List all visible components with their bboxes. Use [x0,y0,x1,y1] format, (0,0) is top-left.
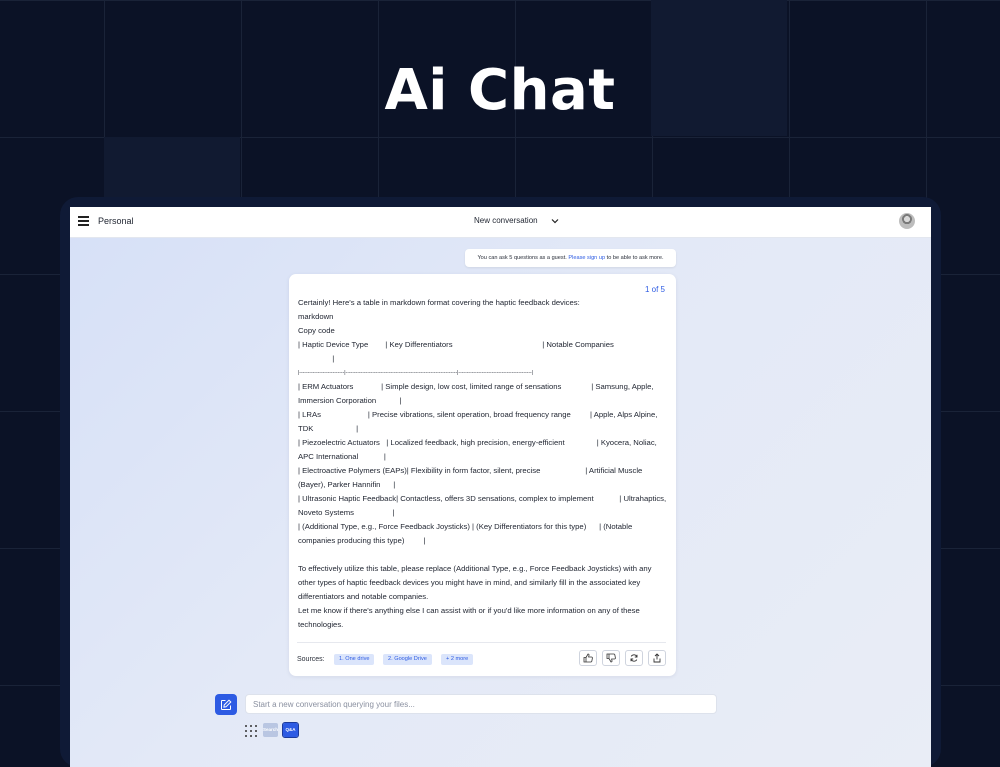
new-conversation-button[interactable] [215,694,237,715]
answer-line: | [298,354,335,363]
answer-pager[interactable]: 1 of 5 [645,285,665,294]
workspace-name[interactable]: Personal [98,216,134,226]
answer-line: markdown [298,312,334,321]
app-window: Personal New conversation You can ask 5 … [70,207,931,767]
source-chip-more[interactable]: + 2 more [441,654,474,665]
notice-suffix: to be able to ask more. [606,255,664,261]
conversation-input[interactable] [245,694,717,714]
answer-line: | Electroactive Polymers (EAPs)| Flexibi… [298,466,645,489]
source-chip-google-drive[interactable]: 2. Google Drive [383,654,432,665]
conversation-title[interactable]: New conversation [474,216,538,225]
answer-card: 1 of 5 Certainly! Here's a table in mark… [289,274,676,676]
answer-line: To effectively utilize this table, pleas… [298,564,654,601]
answer-line [298,548,670,562]
edit-icon [221,699,232,710]
top-bar: Personal New conversation [70,207,931,238]
thumbs-down-icon[interactable] [602,650,620,666]
search-mode-button[interactable]: Search [263,723,278,737]
source-chip-one-drive[interactable]: 1. One drive [334,654,375,665]
answer-line: | ERM Actuators | Simple design, low cos… [298,382,656,405]
answer-line: Copy code [298,326,335,335]
answer-line: | LRAs | Precise vibrations, silent oper… [298,410,660,433]
answer-line: | Ultrasonic Haptic Feedback| Contactles… [298,494,669,517]
chevron-down-icon[interactable] [550,216,560,226]
user-avatar[interactable] [899,213,915,229]
sign-up-link[interactable]: Please sign up [568,255,605,261]
answer-line: |---------------------------|-----------… [298,370,533,376]
answer-line: | Haptic Device Type | Key Differentiato… [298,340,614,349]
divider [297,642,666,643]
answer-line: | (Additional Type, e.g., Force Feedback… [298,522,635,545]
sources-label: Sources: [297,656,325,663]
hamburger-menu-icon[interactable] [78,216,89,226]
answer-line: | Piezoelectric Actuators | Localized fe… [298,438,659,461]
qa-mode-button[interactable]: Q&A [282,722,299,738]
answer-text: Certainly! Here's a table in markdown fo… [298,296,670,632]
share-icon[interactable] [648,650,666,666]
thumbs-up-icon[interactable] [579,650,597,666]
apps-grid-icon[interactable] [245,725,257,737]
answer-line: Let me know if there's anything else I c… [298,606,642,629]
answer-line: Certainly! Here's a table in markdown fo… [298,298,580,307]
hero-title: Ai Chat [384,58,616,123]
notice-text: You can ask 5 questions as a guest. [477,255,567,261]
background-tile [104,137,240,197]
guest-limit-notice: You can ask 5 questions as a guest. Plea… [465,249,676,267]
refresh-icon[interactable] [625,650,643,666]
